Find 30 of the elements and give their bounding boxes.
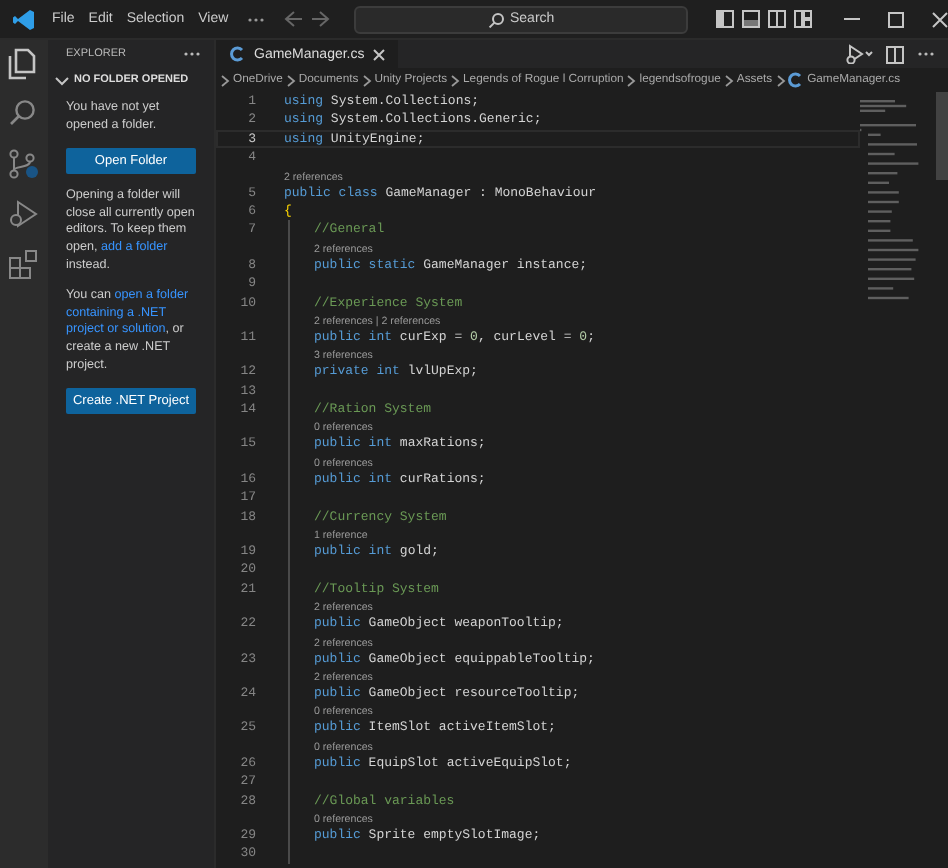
panel-toggle-icon[interactable] [742, 10, 760, 28]
scrollbar-thumb[interactable] [936, 92, 948, 180]
run-icon[interactable] [846, 44, 874, 64]
forward-arrow-icon[interactable] [310, 10, 333, 28]
chevron-right-icon [723, 73, 734, 87]
source-control-icon[interactable] [8, 148, 40, 180]
chevron-right-icon [775, 73, 786, 87]
extensions-icon[interactable] [8, 248, 40, 280]
more-icon[interactable] [916, 50, 936, 58]
more-icon[interactable] [182, 50, 202, 58]
chevron-right-icon [220, 73, 230, 87]
app-logo-icon [12, 7, 36, 31]
chevron-right-icon [285, 73, 296, 87]
csharp-file-icon [788, 72, 805, 88]
customize-layout-icon[interactable] [794, 10, 812, 28]
chevron-right-icon [361, 73, 372, 87]
sidebar-toggle-icon[interactable] [716, 10, 734, 28]
csharp-file-icon [230, 46, 246, 62]
run-debug-icon[interactable] [8, 198, 40, 230]
chevron-right-icon [450, 73, 461, 87]
files-icon[interactable] [8, 48, 40, 80]
close-icon[interactable] [932, 11, 948, 27]
maximize-icon[interactable] [888, 11, 904, 27]
search-icon[interactable] [8, 98, 40, 130]
chevron-right-icon [626, 73, 637, 87]
split-editor-icon[interactable] [886, 45, 904, 63]
close-icon[interactable] [372, 47, 387, 61]
split-layout-icon[interactable] [768, 10, 786, 28]
back-arrow-icon[interactable] [282, 10, 305, 28]
search-icon [488, 11, 504, 27]
